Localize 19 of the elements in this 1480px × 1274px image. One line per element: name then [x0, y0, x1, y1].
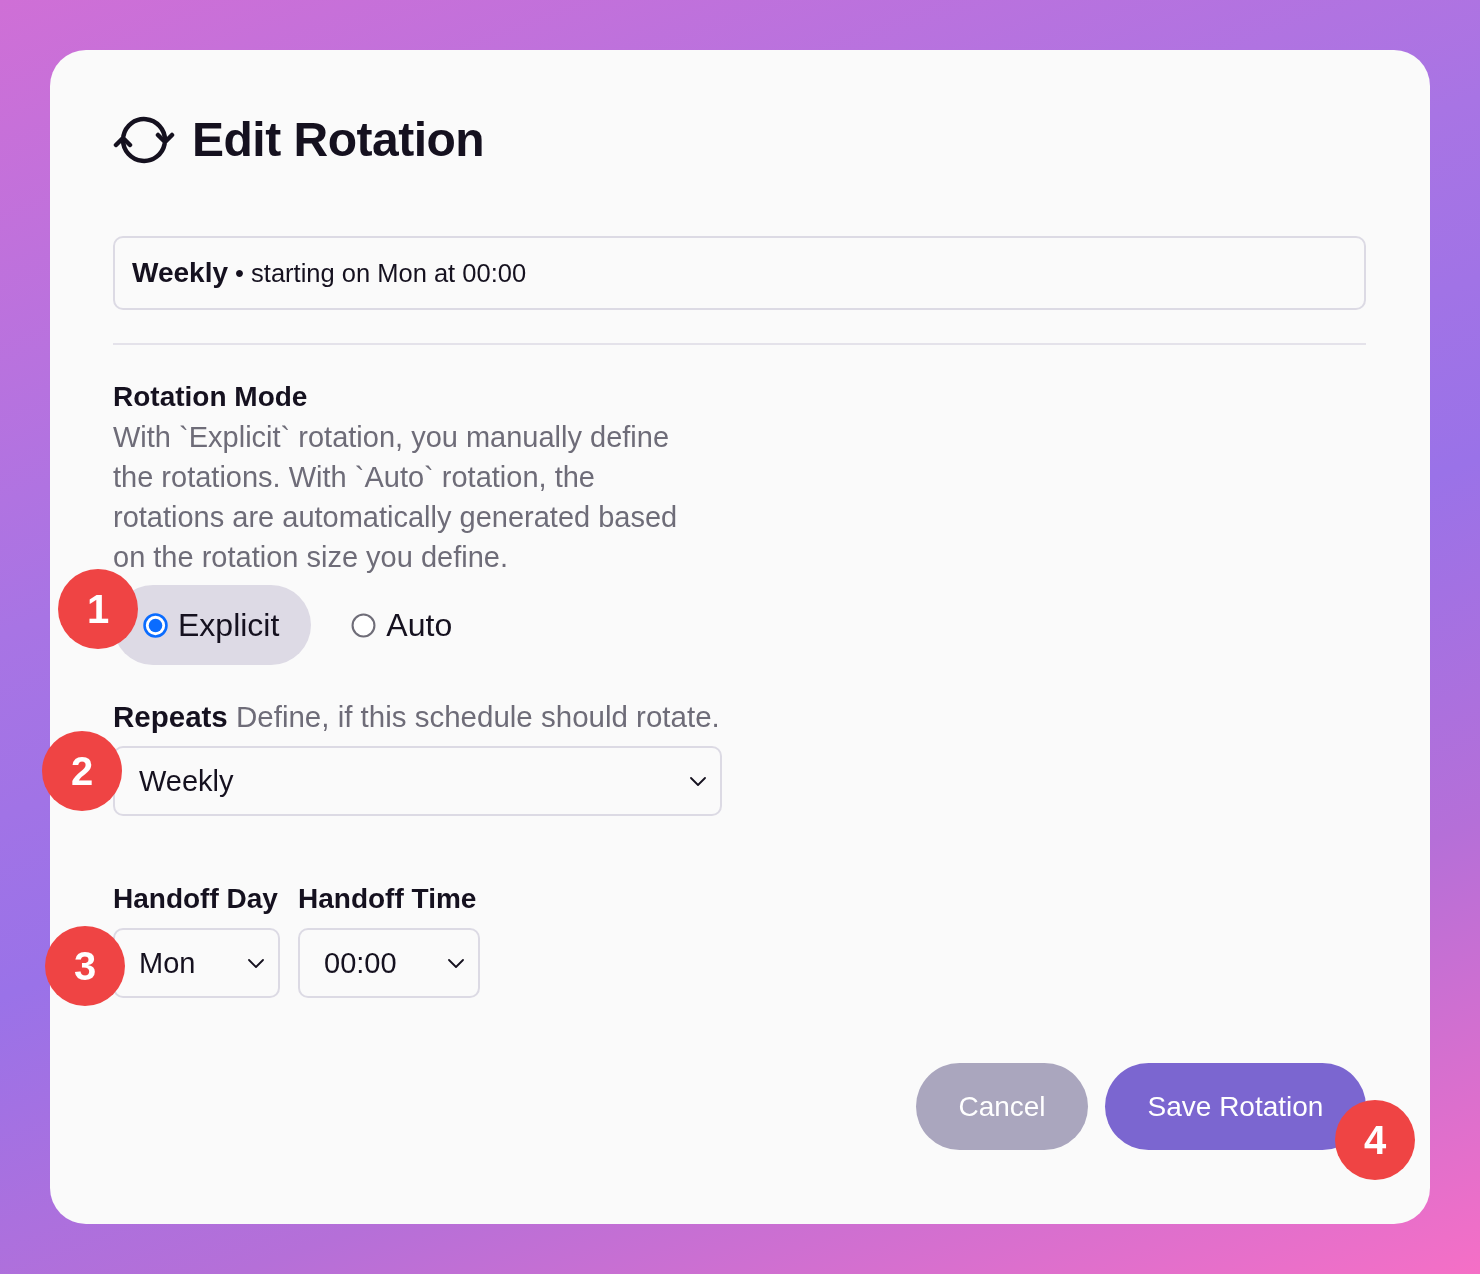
chevron-down-icon: [448, 958, 464, 968]
dropdown-select[interactable]: Mon: [113, 928, 280, 998]
dropdown-select[interactable]: 00:00: [298, 928, 480, 998]
step-badge: 2: [42, 731, 122, 811]
step-badge: 4: [1335, 1100, 1415, 1180]
radio-button[interactable]: [143, 612, 168, 638]
step-badge: 3: [45, 926, 125, 1006]
radio-option[interactable]: Auto: [321, 585, 485, 665]
refresh-icon: [113, 114, 175, 166]
radio-button[interactable]: [351, 612, 377, 638]
summary-text: Weekly • starting on Mon at 00:00: [132, 257, 527, 289]
field-label: Handoff Day: [113, 882, 279, 916]
section-label: Rotation Mode: [113, 380, 308, 414]
chevron-down-icon: [690, 776, 706, 786]
chevron-down-icon: [248, 958, 264, 968]
dialog-title: Edit Rotation: [192, 112, 485, 168]
field-label: Handoff Time: [298, 882, 478, 916]
step-badge: 1: [58, 569, 138, 649]
repeats-select[interactable]: Weekly: [113, 746, 722, 816]
